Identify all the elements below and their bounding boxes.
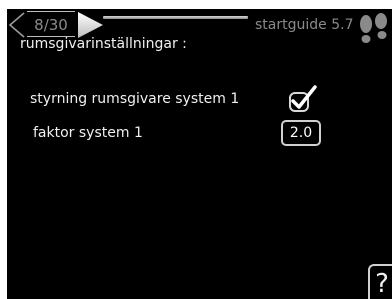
chevron-left-icon[interactable]: [7, 12, 27, 38]
play-arrow-icon[interactable]: [75, 11, 105, 39]
header-divider: [103, 16, 248, 19]
display-screen: 8/30 startguide 5.7 rumsgivarinställning…: [7, 9, 392, 299]
room-sensor-control-checkbox[interactable]: [288, 85, 318, 113]
room-sensor-control-label: styrning rumsgivare system 1: [30, 91, 240, 107]
help-button[interactable]: ?: [368, 264, 392, 299]
footprints-icon: [360, 13, 387, 43]
section-title: rumsgivarinställningar :: [20, 36, 187, 52]
factor-system-label: faktor system 1: [33, 125, 143, 141]
page-title: startguide 5.7: [255, 17, 354, 33]
factor-system-value[interactable]: 2.0: [281, 120, 321, 146]
page-counter: 8/30: [27, 11, 75, 37]
